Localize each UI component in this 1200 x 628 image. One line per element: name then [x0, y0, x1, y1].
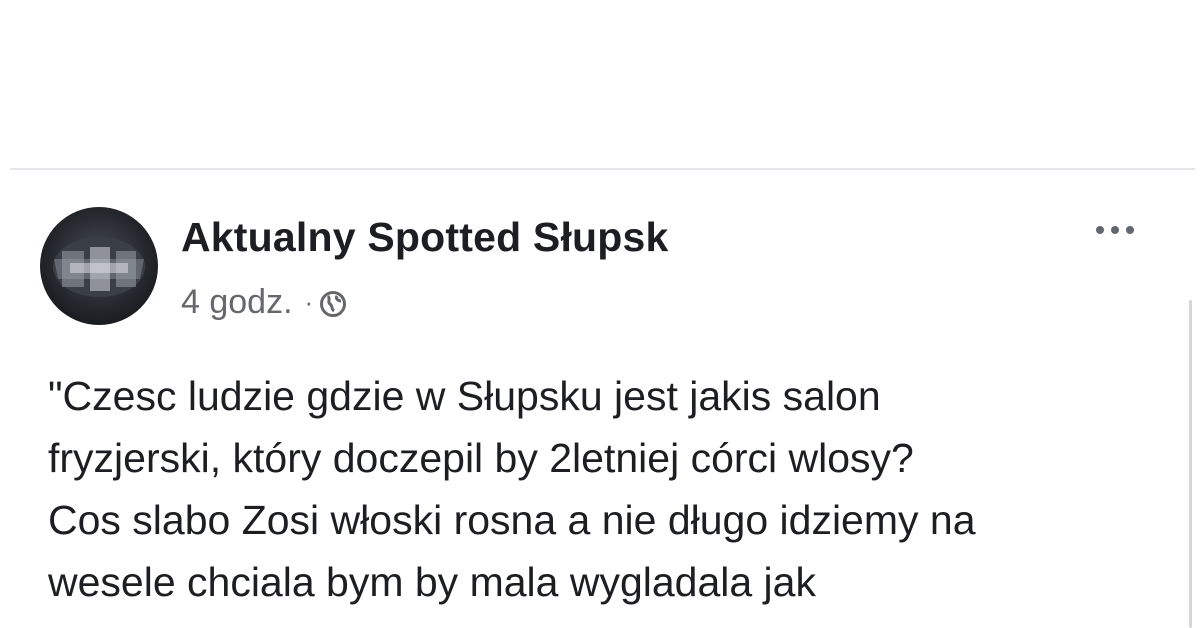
avatar-logo — [53, 237, 145, 297]
page-avatar[interactable] — [40, 207, 158, 325]
card-border — [1189, 300, 1192, 628]
globe-icon — [319, 288, 347, 317]
meta-separator: · — [304, 286, 314, 317]
post-text-line: fryzjerski, który doczepil by 2letniej c… — [48, 435, 914, 481]
facebook-post: Aktualny Spotted Słupsk 4 godz. · "Czesc… — [0, 170, 1200, 628]
post-meta: 4 godz. · — [181, 280, 347, 324]
post-body: "Czesc ludzie gdzie w Słupsku jest jakis… — [48, 365, 1168, 613]
more-dot — [1096, 226, 1104, 234]
post-text-line: Cos slabo Zosi włoski rosna a nie długo … — [48, 497, 976, 543]
page-name-link[interactable]: Aktualny Spotted Słupsk — [181, 214, 669, 261]
more-dot — [1126, 226, 1134, 234]
post-text-line: "Czesc ludzie gdzie w Słupsku jest jakis… — [48, 373, 881, 419]
screenshot-page: Aktualny Spotted Słupsk 4 godz. · "Czesc… — [0, 0, 1200, 628]
more-options-button[interactable] — [1084, 212, 1146, 248]
post-text-line: wesele chciala bym by mala wygladala jak — [48, 559, 816, 605]
post-time[interactable]: 4 godz. — [181, 283, 293, 322]
more-dot — [1111, 226, 1119, 234]
